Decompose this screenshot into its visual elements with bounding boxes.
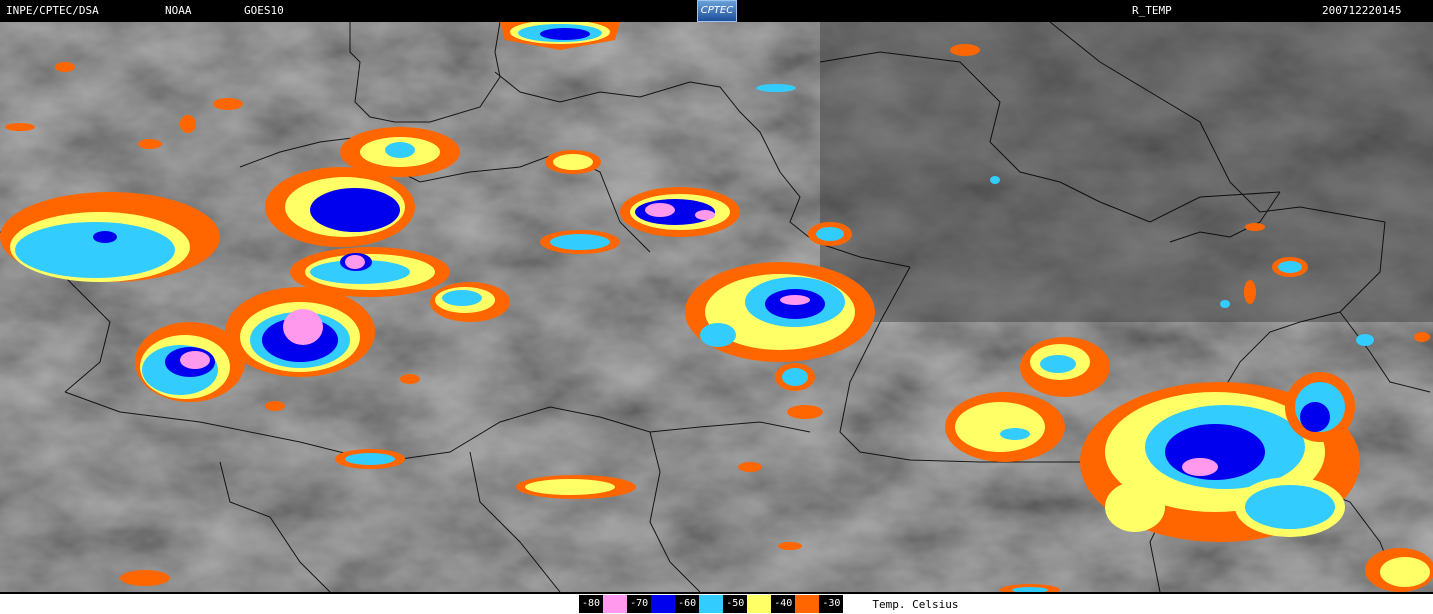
agency-label: NOAA <box>165 4 192 17</box>
product-label: R_TEMP <box>1132 4 1172 17</box>
source-label: INPE/CPTEC/DSA <box>6 4 99 17</box>
satellite-map <box>0 22 1433 592</box>
storm-cell <box>540 230 620 254</box>
storm-cell <box>516 475 636 499</box>
header-bar: INPE/CPTEC/DSA NOAA GOES10 CPTEC R_TEMP … <box>0 0 1433 22</box>
legend-label: -30 <box>819 595 844 613</box>
storm-cell <box>430 282 510 322</box>
temperature-legend: -80 -70 -60 -50 -40 -30 Temp. Celsius <box>0 594 1433 614</box>
legend-scale: -80 -70 -60 -50 -40 -30 Temp. Celsius <box>579 595 958 613</box>
satellite-label: GOES10 <box>244 4 284 17</box>
legend-label: -40 <box>771 595 796 613</box>
legend-label: -50 <box>723 595 748 613</box>
storm-cell <box>135 322 245 402</box>
dark-region-ne <box>820 22 1433 322</box>
legend-label: -70 <box>627 595 652 613</box>
storm-cell <box>290 247 450 297</box>
storm-cell <box>808 222 852 246</box>
legend-swatch <box>795 595 820 613</box>
cptec-logo: CPTEC <box>697 0 737 22</box>
datetime-label: 200712220145 <box>1322 4 1402 17</box>
storm-cell <box>0 192 220 282</box>
legend-label: -60 <box>675 595 700 613</box>
storm-cell <box>335 449 405 469</box>
storm-cell <box>340 127 460 177</box>
legend-swatch <box>651 595 676 613</box>
storm-cell <box>545 150 601 174</box>
legend-label: -80 <box>579 595 604 613</box>
storm-cell <box>1365 548 1433 592</box>
storm-cell <box>225 287 375 377</box>
storm-cell <box>620 187 740 237</box>
storm-cell <box>1285 372 1355 442</box>
storm-cell <box>265 167 415 247</box>
storm-cell <box>1020 337 1110 397</box>
storm-cell <box>945 392 1065 462</box>
storm-cell <box>775 363 815 391</box>
legend-title: Temp. Celsius <box>872 597 959 611</box>
legend-swatch <box>699 595 724 613</box>
storm-cell <box>685 262 875 362</box>
legend-swatch <box>843 595 868 613</box>
legend-swatch <box>747 595 772 613</box>
legend-swatch <box>603 595 628 613</box>
storm-cell <box>1272 257 1308 277</box>
